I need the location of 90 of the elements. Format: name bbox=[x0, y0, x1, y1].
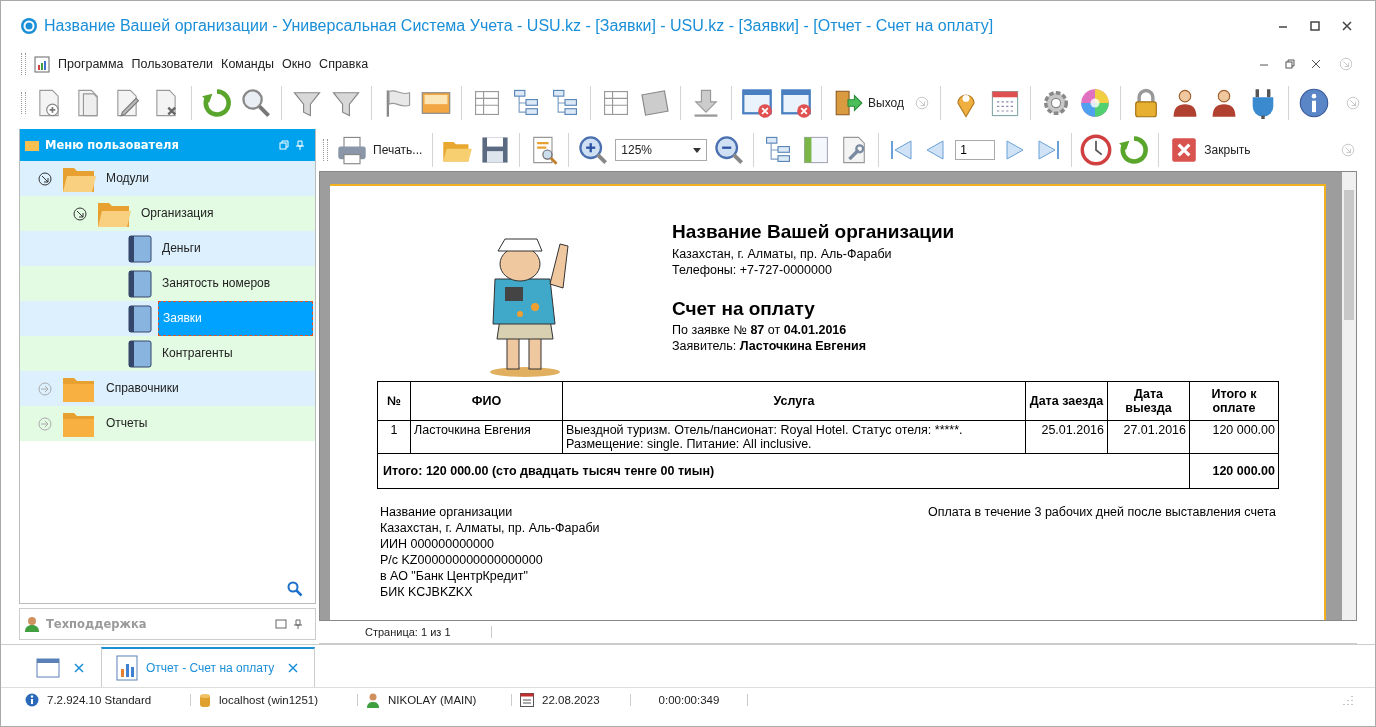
page-counter: Страница: 1 из 1 bbox=[319, 626, 492, 638]
expand-icon[interactable] bbox=[38, 381, 52, 396]
collapse-icon[interactable] bbox=[38, 171, 52, 186]
zoom-dropdown[interactable]: 125% bbox=[615, 139, 708, 161]
report-icon bbox=[116, 655, 138, 681]
table-cell: 1 bbox=[377, 420, 411, 454]
book-icon bbox=[128, 234, 152, 263]
page-number-field[interactable]: 1 bbox=[955, 140, 996, 160]
timer-label: 0:00:00:349 bbox=[639, 694, 748, 706]
menu-item[interactable]: Справка bbox=[319, 57, 369, 71]
refresh-icon[interactable] bbox=[1118, 134, 1151, 166]
app-logo-icon bbox=[20, 17, 38, 35]
table-cell: Выездной туризм. Отель/пансионат: Royal Hotel. Статус отеля: *****. Размещение: single. Питание: All inclusive. bbox=[562, 420, 1026, 454]
menu-item[interactable]: Команды bbox=[221, 57, 275, 71]
clipboard-chart-icon bbox=[34, 55, 50, 73]
panel-title: Техподдержка bbox=[46, 617, 147, 631]
window-title: Название Вашей организации - Универсальная Система Учета - USU.kz - [Заявки] - USU.kz - [Заявки] - [Отчет - Счет на оплату] bbox=[44, 17, 994, 35]
calendar-icon bbox=[520, 693, 534, 707]
maximize-icon[interactable] bbox=[1309, 20, 1321, 32]
user-icon bbox=[24, 616, 40, 632]
user-label: NIKOLAY (MAIN) bbox=[388, 694, 512, 706]
total-value: 120 000.00 bbox=[1189, 453, 1279, 489]
request-reference: По заявке № 87 от 04.01.2016 bbox=[672, 322, 848, 338]
close-windows-icon[interactable] bbox=[780, 87, 812, 119]
column-header: Дата выезда bbox=[1107, 381, 1190, 421]
invoice-title: Счет на оплату bbox=[672, 298, 816, 320]
table-cell: 25.01.2016 bbox=[1025, 420, 1108, 454]
organization-phones: Телефоны: +7-727-0000000 bbox=[672, 262, 833, 278]
info-icon[interactable] bbox=[1297, 87, 1330, 119]
applicant-name: Заявитель: Ласточкина Евгения bbox=[672, 338, 867, 354]
close-icon[interactable] bbox=[1341, 20, 1353, 32]
close-window-icon[interactable] bbox=[741, 87, 773, 119]
menu-item[interactable]: Пользователи bbox=[131, 57, 214, 71]
book-icon bbox=[128, 339, 152, 368]
menu-item[interactable]: Программа bbox=[58, 57, 124, 71]
pin-icon[interactable] bbox=[293, 619, 303, 629]
zoom-in-icon[interactable] bbox=[577, 134, 610, 166]
tree-item[interactable]: Отчеты bbox=[102, 407, 152, 440]
collapse-icon[interactable] bbox=[73, 206, 87, 221]
user-icon bbox=[366, 692, 380, 708]
window-icon bbox=[36, 658, 60, 678]
requisite-line: в АО "Банк ЦентрКредит" bbox=[380, 568, 529, 584]
printer-icon[interactable] bbox=[336, 134, 368, 166]
color-wheel-icon[interactable] bbox=[1078, 87, 1111, 119]
document-tab[interactable]: Отчет - Счет на оплату bbox=[101, 647, 316, 687]
search-icon[interactable] bbox=[287, 581, 303, 597]
table-cell: 27.01.2016 bbox=[1107, 420, 1190, 454]
exit-button[interactable]: Выход bbox=[831, 88, 906, 118]
date-label: 22.08.2023 bbox=[542, 694, 631, 706]
info-icon bbox=[25, 693, 39, 707]
requisite-line: БИК KCJBKZKX bbox=[380, 584, 474, 600]
column-header: ФИО bbox=[410, 381, 563, 421]
zoom-out-icon[interactable] bbox=[713, 134, 746, 166]
requisite-line: Р/с KZ000000000000000000 bbox=[380, 552, 544, 568]
requisite-line: Название организации bbox=[380, 504, 514, 520]
close-button[interactable]: Закрыть bbox=[1167, 135, 1253, 165]
door-exit-icon[interactable] bbox=[833, 88, 863, 118]
total-label: Итого: 120 000.00 (сто двадцать тысяч тенге 00 тиын) bbox=[377, 453, 1190, 489]
payment-note: Оплата в течение 3 рабочих дней после выставления счета bbox=[928, 504, 1276, 521]
panel-title: Меню пользователя bbox=[45, 138, 179, 152]
organization-name: Название Вашей организации bbox=[672, 221, 955, 243]
organization-address: Казахстан, г. Алматы, пр. Аль-Фараби bbox=[672, 246, 893, 262]
menu-item[interactable]: Окно bbox=[282, 57, 312, 71]
table-cell: Ласточкина Евгения bbox=[410, 420, 563, 454]
column-header: Итого к оплате bbox=[1189, 381, 1279, 421]
version-label: 7.2.924.10 Standard bbox=[47, 694, 191, 706]
vertical-scrollbar[interactable] bbox=[1342, 172, 1356, 620]
requisite-line: ИИН 000000000000 bbox=[380, 536, 495, 552]
close-icon[interactable] bbox=[1311, 59, 1321, 69]
table-cell: 120 000.00 bbox=[1189, 420, 1279, 454]
requisite-line: Казахстан, г. Алматы, пр. Аль-Фараби bbox=[380, 520, 600, 536]
print-button[interactable]: Печать... bbox=[334, 134, 425, 166]
book-icon bbox=[128, 269, 152, 298]
restore-icon[interactable] bbox=[1285, 59, 1295, 69]
tree-item[interactable]: Модули bbox=[102, 162, 153, 195]
resize-grip-icon[interactable] bbox=[1343, 695, 1353, 705]
book-icon bbox=[128, 304, 152, 333]
column-header: Услуга bbox=[562, 381, 1026, 421]
column-header: Дата заезда bbox=[1025, 381, 1108, 421]
refresh-icon[interactable] bbox=[201, 87, 233, 119]
restore-icon[interactable] bbox=[279, 140, 289, 150]
column-header: № bbox=[377, 381, 411, 421]
folder-icon bbox=[25, 139, 39, 151]
tree-item[interactable]: Деньги bbox=[158, 232, 205, 265]
clock-icon[interactable] bbox=[1080, 134, 1113, 166]
caret-icon bbox=[693, 147, 702, 153]
expand-icon[interactable] bbox=[38, 416, 52, 431]
server-label: localhost (win1251) bbox=[219, 694, 358, 706]
search-icon[interactable] bbox=[240, 87, 272, 119]
database-icon bbox=[199, 692, 211, 708]
